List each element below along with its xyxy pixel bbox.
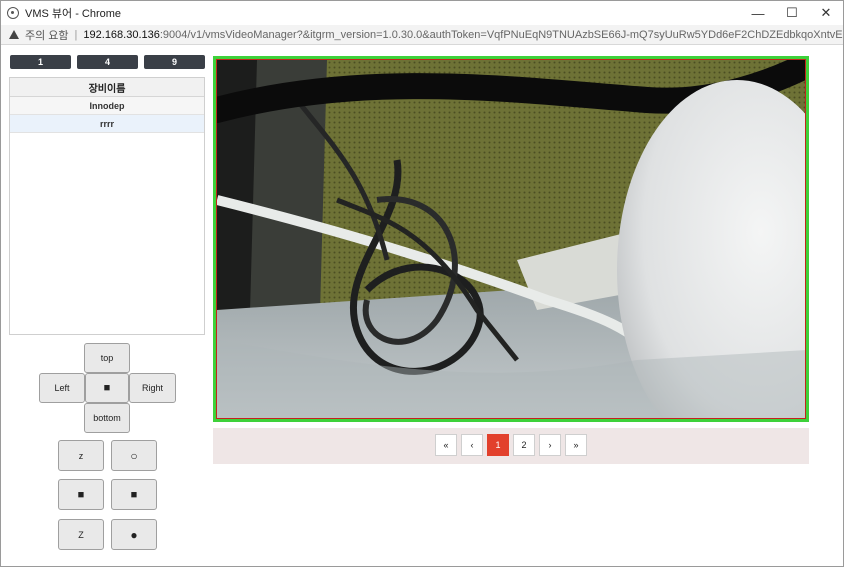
pagination-bar: « ‹ 1 2 › » bbox=[213, 428, 809, 464]
maximize-button[interactable]: ☐ bbox=[775, 1, 809, 25]
ptz-left-button[interactable]: Left bbox=[39, 373, 85, 403]
square-button-right[interactable]: ■ bbox=[111, 479, 157, 510]
next-page-button[interactable]: › bbox=[539, 434, 561, 456]
pagination: « ‹ 1 2 › » bbox=[435, 434, 587, 456]
window-controls: — ☐ ✕ bbox=[741, 1, 843, 25]
camera-feed-image bbox=[216, 59, 806, 419]
ptz-right-button[interactable]: Right bbox=[129, 373, 176, 403]
zoom-in-button[interactable]: Z bbox=[58, 519, 104, 550]
device-row[interactable]: rrrr bbox=[10, 115, 204, 133]
circle-filled-button[interactable]: ● bbox=[111, 519, 157, 550]
ptz-stop-button[interactable]: ■ bbox=[85, 373, 129, 403]
page-button-1[interactable]: 1 bbox=[487, 434, 509, 456]
layout-1-button[interactable]: 1 bbox=[10, 55, 71, 69]
title-bar: VMS 뷰어 - Chrome — ☐ ✕ bbox=[1, 1, 843, 25]
camera-feed-illustration bbox=[217, 60, 805, 418]
zoom-out-button[interactable]: z bbox=[58, 440, 104, 471]
device-row[interactable]: Innodep bbox=[10, 97, 204, 115]
layout-9-button[interactable]: 9 bbox=[144, 55, 205, 69]
chrome-app-icon bbox=[7, 7, 19, 19]
warning-icon bbox=[9, 30, 19, 39]
address-separator: | bbox=[74, 28, 78, 41]
device-list: 장비이름 Innodep rrrr bbox=[9, 77, 205, 335]
security-label: 주의 요함 bbox=[25, 29, 69, 42]
ptz-top-button[interactable]: top bbox=[84, 343, 130, 373]
minimize-button[interactable]: — bbox=[741, 1, 775, 25]
address-bar[interactable]: 주의 요함 | 192.168.30.136 :9004/v1/vmsVideo… bbox=[1, 25, 843, 45]
circle-open-button[interactable]: ○ bbox=[111, 440, 157, 471]
address-host: 192.168.30.136 bbox=[83, 28, 160, 41]
ptz-bottom-button[interactable]: bottom bbox=[84, 403, 130, 433]
browser-window: VMS 뷰어 - Chrome — ☐ ✕ 주의 요함 | 192.168.30… bbox=[0, 0, 844, 567]
video-viewport[interactable] bbox=[213, 56, 809, 422]
window-title: VMS 뷰어 - Chrome bbox=[25, 8, 122, 20]
last-page-button[interactable]: » bbox=[565, 434, 587, 456]
layout-button-group: 1 4 9 bbox=[10, 55, 205, 69]
device-list-header: 장비이름 bbox=[10, 78, 204, 97]
close-button[interactable]: ✕ bbox=[809, 1, 843, 25]
square-button-left[interactable]: ■ bbox=[58, 479, 104, 510]
layout-4-button[interactable]: 4 bbox=[77, 55, 138, 69]
address-path: :9004/v1/vmsVideoManager?&itgrm_version=… bbox=[159, 28, 843, 41]
page-button-2[interactable]: 2 bbox=[513, 434, 535, 456]
first-page-button[interactable]: « bbox=[435, 434, 457, 456]
prev-page-button[interactable]: ‹ bbox=[461, 434, 483, 456]
